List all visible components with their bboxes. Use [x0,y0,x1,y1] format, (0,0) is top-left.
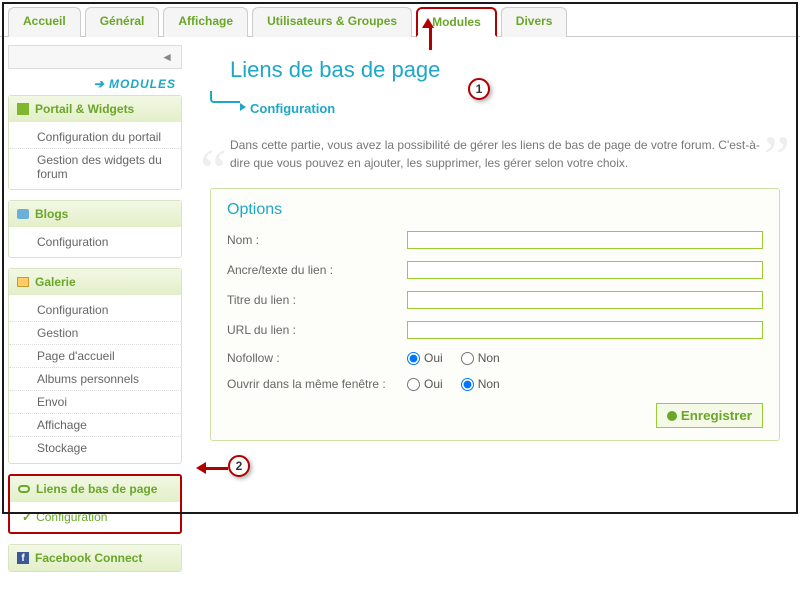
quote-left-icon: “ [200,126,227,216]
sidebar-header-label: Galerie [35,275,76,289]
sidebar-item[interactable]: Page d'accueil [9,344,181,367]
tab-general[interactable]: Général [85,7,160,37]
sidebar-item-configuration[interactable]: ✓ Configuration [10,506,180,528]
label-samewin: Ouvrir dans la même fenêtre : [227,377,407,391]
top-tabs: Accueil Général Affichage Utilisateurs &… [0,0,800,37]
radio-samewin-oui[interactable]: Oui [407,377,443,391]
title-arrow-icon [210,95,246,111]
save-button[interactable]: Enregistrer [656,403,763,428]
sidebar-header-label: Blogs [35,207,68,221]
widgets-icon [17,103,29,115]
sidebar-header-label: Facebook Connect [35,551,142,565]
annotation-arrow-2 [196,462,228,474]
tab-affichage[interactable]: Affichage [163,7,248,37]
sidebar-section-galerie: Galerie Configuration Gestion Page d'acc… [8,268,182,464]
sidebar-back-button[interactable]: ◄ [8,45,182,69]
sidebar-header-label: Portail & Widgets [35,102,134,116]
sidebar-header-liens[interactable]: Liens de bas de page [10,476,180,502]
sidebar-item[interactable]: Affichage [9,413,181,436]
sidebar-item[interactable]: Configuration du portail [9,126,181,148]
sidebar-item[interactable]: Envoi [9,390,181,413]
page-title: Liens de bas de page [230,57,780,83]
radio-nofollow-non[interactable]: Non [461,351,500,365]
sidebar-item[interactable]: Albums personnels [9,367,181,390]
sidebar-header-label: Liens de bas de page [36,482,157,496]
page-description: “ Dans cette partie, vous avez la possib… [210,136,780,172]
sidebar-item-label: Configuration [36,510,107,524]
sidebar-item[interactable]: Configuration [9,231,181,253]
check-circle-icon [667,411,677,421]
sidebar-section-portail: Portail & Widgets Configuration du porta… [8,95,182,190]
save-button-label: Enregistrer [681,408,752,423]
chat-icon [17,209,29,219]
sidebar-section-blogs: Blogs Configuration [8,200,182,258]
sidebar-item[interactable]: Gestion des widgets du forum [9,148,181,185]
radio-label: Oui [424,351,443,365]
options-box: Options Nom : Ancre/texte du lien : Titr… [210,188,780,441]
label-titre: Titre du lien : [227,293,407,307]
tab-divers[interactable]: Divers [501,7,568,37]
radio-label: Non [478,377,500,391]
label-nofollow: Nofollow : [227,351,407,365]
sidebar-header-blogs[interactable]: Blogs [9,201,181,227]
sidebar-header-portail[interactable]: Portail & Widgets [9,96,181,122]
radio-nofollow-oui[interactable]: Oui [407,351,443,365]
link-icon [18,485,30,493]
label-nom: Nom : [227,233,407,247]
sidebar-top-title: ➔ MODULES [8,73,182,95]
tab-utilisateurs[interactable]: Utilisateurs & Groupes [252,7,412,37]
tab-accueil[interactable]: Accueil [8,7,81,37]
input-titre[interactable] [407,291,763,309]
label-ancre: Ancre/texte du lien : [227,263,407,277]
sidebar-section-facebook: f Facebook Connect [8,544,182,572]
options-title: Options [227,201,763,219]
sidebar-header-facebook[interactable]: f Facebook Connect [9,545,181,571]
facebook-icon: f [17,552,29,564]
sidebar-header-galerie[interactable]: Galerie [9,269,181,295]
description-text: Dans cette partie, vous avez la possibil… [230,138,760,170]
input-nom[interactable] [407,231,763,249]
radio-label: Oui [424,377,443,391]
input-ancre[interactable] [407,261,763,279]
quote-right-icon: ” [763,112,790,202]
check-icon: ✓ [22,510,32,524]
sidebar-item[interactable]: Configuration [9,299,181,321]
annotation-badge-2: 2 [228,455,250,477]
sidebar-item[interactable]: Stockage [9,436,181,459]
label-url: URL du lien : [227,323,407,337]
sidebar-item[interactable]: Gestion [9,321,181,344]
input-url[interactable] [407,321,763,339]
sidebar-section-liens: Liens de bas de page ✓ Configuration [8,474,182,534]
radio-samewin-non[interactable]: Non [461,377,500,391]
gallery-icon [17,277,29,287]
sidebar: ◄ ➔ MODULES Portail & Widgets Configurat… [0,37,190,590]
page-subtitle: Configuration [250,101,780,116]
arrow-icon: ➔ [94,77,105,91]
radio-label: Non [478,351,500,365]
sidebar-top-title-text: MODULES [109,77,176,91]
main-panel: Liens de bas de page Configuration “ Dan… [190,37,800,590]
